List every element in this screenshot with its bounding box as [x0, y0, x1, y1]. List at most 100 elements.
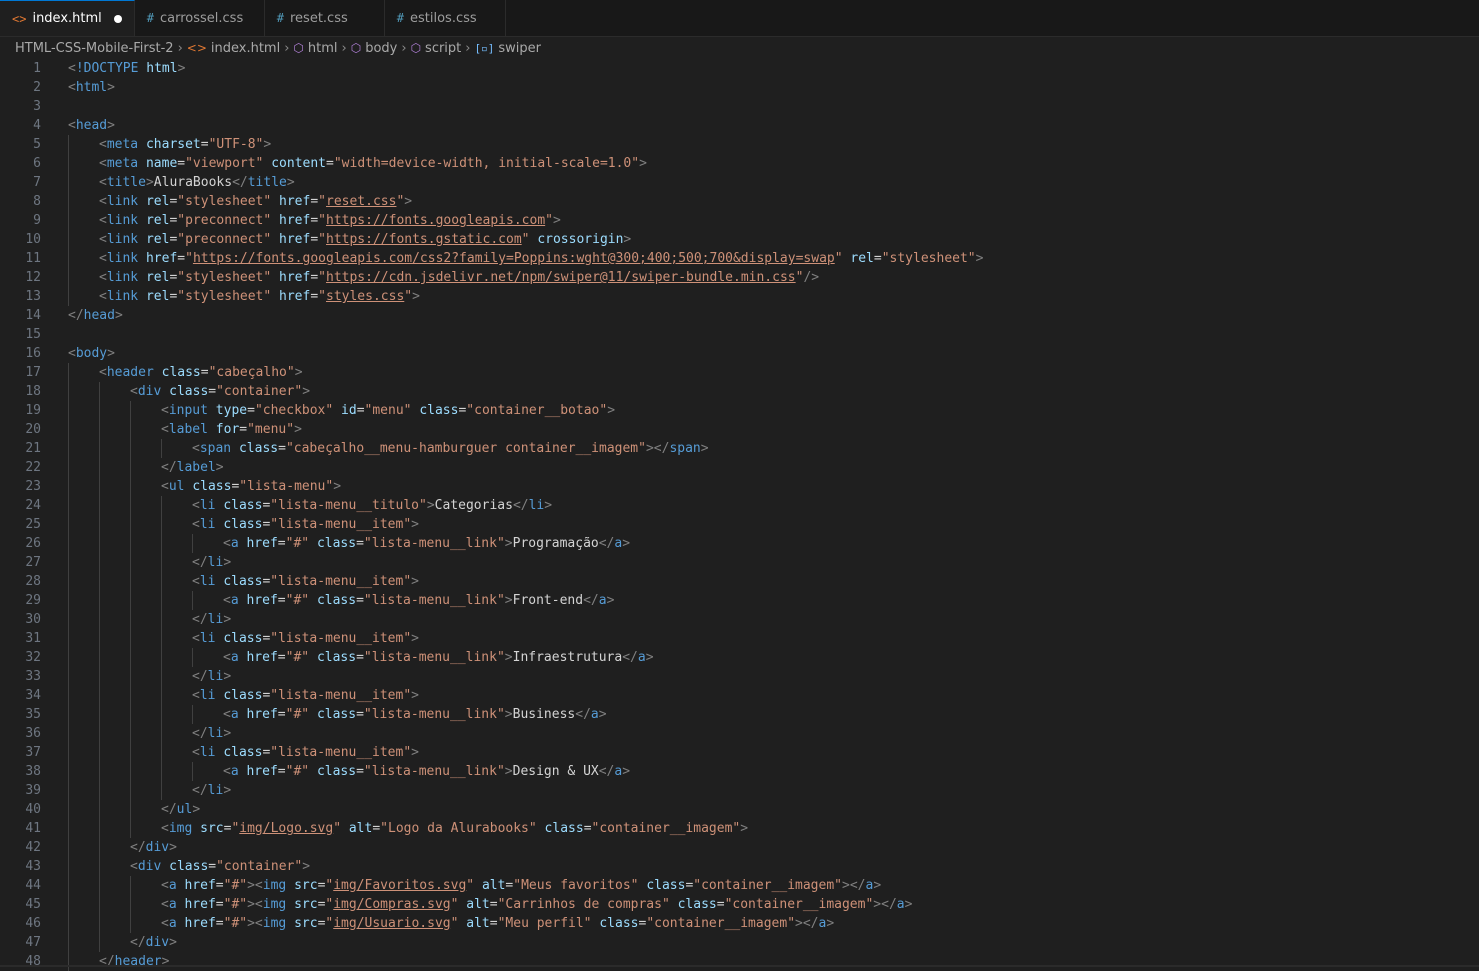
code-line[interactable]: 5 <meta charset="UTF-8">: [0, 135, 1479, 154]
code-token: >: [302, 384, 311, 399]
code-token: >: [826, 916, 835, 931]
code-token: div: [137, 859, 162, 874]
code-line[interactable]: 47 </div>: [0, 933, 1479, 952]
code-line[interactable]: 43 <div class="container">: [0, 857, 1479, 876]
code-token: </: [598, 536, 615, 551]
code-token: a: [230, 650, 239, 665]
code-token: src: [294, 916, 318, 931]
code-line[interactable]: 25 <li class="lista-menu__item">: [0, 515, 1479, 534]
breadcrumb-body[interactable]: ⬡ body: [351, 41, 398, 56]
tab-index-html[interactable]: <> index.html: [0, 0, 135, 36]
code-line[interactable]: 24 <li class="lista-menu__titulo">Categor…: [0, 496, 1479, 515]
code-line[interactable]: 16 <body>: [0, 344, 1479, 363]
code-line[interactable]: 30 </li>: [0, 610, 1479, 629]
indent-guide: [99, 819, 100, 838]
code-line[interactable]: 20 <label for="menu">: [0, 420, 1479, 439]
code-editor[interactable]: 1 <!DOCTYPE html> 2 <html> 3 4 <head> 5 <meta ch…: [0, 59, 1479, 971]
indent-guide: [68, 173, 69, 192]
code-line[interactable]: 32 <a href="#" class="lista-menu__link">I…: [0, 648, 1479, 667]
code-line[interactable]: 23 <ul class="lista-menu">: [0, 477, 1479, 496]
code-line[interactable]: 18 <div class="container">: [0, 382, 1479, 401]
code-token: Front-end: [512, 593, 584, 608]
code-line[interactable]: 38 <a href="#" class="lista-menu__link">D…: [0, 762, 1479, 781]
tab-reset-css[interactable]: # reset.css: [265, 0, 385, 36]
html-file-icon: <>: [186, 41, 207, 55]
code-line[interactable]: 2 <html>: [0, 78, 1479, 97]
code-token: name: [145, 156, 178, 171]
code-token: "lista-menu__item": [270, 745, 412, 760]
code-line[interactable]: 8 <link rel="stylesheet" href="reset.css"…: [0, 192, 1479, 211]
code-token: "lista-menu__item": [270, 574, 412, 589]
code-token: ": [318, 213, 326, 228]
line-number: 3: [33, 99, 41, 114]
code-token: class: [223, 574, 263, 589]
unsaved-dot-icon[interactable]: [113, 14, 122, 23]
line-number: 1: [33, 61, 41, 76]
code-line[interactable]: 14 </head>: [0, 306, 1479, 325]
code-line[interactable]: 29 <a href="#" class="lista-menu__link">F…: [0, 591, 1479, 610]
code-text: <a href="#" class="lista-menu__link">Bus…: [223, 705, 607, 724]
code-token: >: [294, 365, 303, 380]
code-line[interactable]: 28 <li class="lista-menu__item">: [0, 572, 1479, 591]
code-line[interactable]: 17 <header class="cabeçalho">: [0, 363, 1479, 382]
code-line[interactable]: 26 <a href="#" class="lista-menu__link">P…: [0, 534, 1479, 553]
indent-guide: [161, 591, 162, 610]
code-line[interactable]: 31 <li class="lista-menu__item">: [0, 629, 1479, 648]
indent-guide: [68, 648, 69, 667]
breadcrumb-file[interactable]: <> index.html: [187, 41, 280, 56]
indent-guide: [68, 496, 69, 515]
indent-guide: [130, 705, 131, 724]
breadcrumb-script[interactable]: ⬡ script: [411, 41, 462, 56]
breadcrumb-folder[interactable]: HTML-CSS-Mobile-First-2: [15, 41, 174, 56]
code-text: <li class="lista-menu__item">: [192, 629, 419, 648]
code-line[interactable]: 13 <link rel="stylesheet" href="styles.cs…: [0, 287, 1479, 306]
code-line[interactable]: 39 </li>: [0, 781, 1479, 800]
code-token: img: [262, 897, 287, 912]
code-line[interactable]: 15: [0, 325, 1479, 344]
code-line[interactable]: 42 </div>: [0, 838, 1479, 857]
code-token: "lista-menu": [239, 479, 334, 494]
code-line[interactable]: 36 </li>: [0, 724, 1479, 743]
code-token: </: [598, 764, 615, 779]
code-line[interactable]: 44 <a href="#"><img src="img/Favoritos.sv…: [0, 876, 1479, 895]
code-token: </: [161, 802, 177, 817]
breadcrumb-html[interactable]: ⬡ html: [293, 41, 337, 56]
indent-guide: [130, 667, 131, 686]
code-line[interactable]: 45 <a href="#"><img src="img/Compras.svg"…: [0, 895, 1479, 914]
code-token: rel: [145, 194, 170, 209]
code-line[interactable]: 4 <head>: [0, 116, 1479, 135]
code-line[interactable]: 12 <link rel="stylesheet" href="https://c…: [0, 268, 1479, 287]
code-token: ></: [645, 441, 670, 456]
code-token: src: [294, 897, 318, 912]
code-line[interactable]: 6 <meta name="viewport" content="width=de…: [0, 154, 1479, 173]
code-line[interactable]: 3: [0, 97, 1479, 116]
code-line[interactable]: 7 <title>AluraBooks</title>: [0, 173, 1479, 192]
code-line[interactable]: 22 </label>: [0, 458, 1479, 477]
code-token: Programação: [512, 536, 599, 551]
code-line[interactable]: 33 </li>: [0, 667, 1479, 686]
code-line[interactable]: 46 <a href="#"><img src="img/Usuario.svg"…: [0, 914, 1479, 933]
code-line[interactable]: 1 <!DOCTYPE html>: [0, 59, 1479, 78]
breadcrumb-swiper[interactable]: [▫] swiper: [474, 41, 541, 56]
code-line[interactable]: 10 <link rel="preconnect" href="https://f…: [0, 230, 1479, 249]
code-line[interactable]: 40 </ul>: [0, 800, 1479, 819]
code-line[interactable]: 11 <link href="https://fonts.googleapis.c…: [0, 249, 1479, 268]
code-line[interactable]: 9 <link rel="preconnect" href="https://fo…: [0, 211, 1479, 230]
code-line[interactable]: 48 </header>: [0, 952, 1479, 971]
tab-carrossel-css[interactable]: # carrossel.css: [135, 0, 265, 36]
code-line[interactable]: 37 <li class="lista-menu__item">: [0, 743, 1479, 762]
code-line[interactable]: 21 <span class="cabeçalho__menu-hamburgue…: [0, 439, 1479, 458]
code-line[interactable]: 19 <input type="checkbox" id="menu" class…: [0, 401, 1479, 420]
code-line[interactable]: 27 </li>: [0, 553, 1479, 572]
code-token: link: [106, 232, 139, 247]
code-token: </: [192, 612, 208, 627]
tab-estilos-css[interactable]: # estilos.css: [385, 0, 506, 36]
line-number: 18: [25, 384, 41, 399]
code-line[interactable]: 35 <a href="#" class="lista-menu__link">B…: [0, 705, 1479, 724]
code-line[interactable]: 34 <li class="lista-menu__item">: [0, 686, 1479, 705]
code-token: ul: [168, 479, 185, 494]
code-line[interactable]: 41 <img src="img/Logo.svg" alt="Logo da A…: [0, 819, 1479, 838]
code-token: >: [107, 346, 115, 361]
